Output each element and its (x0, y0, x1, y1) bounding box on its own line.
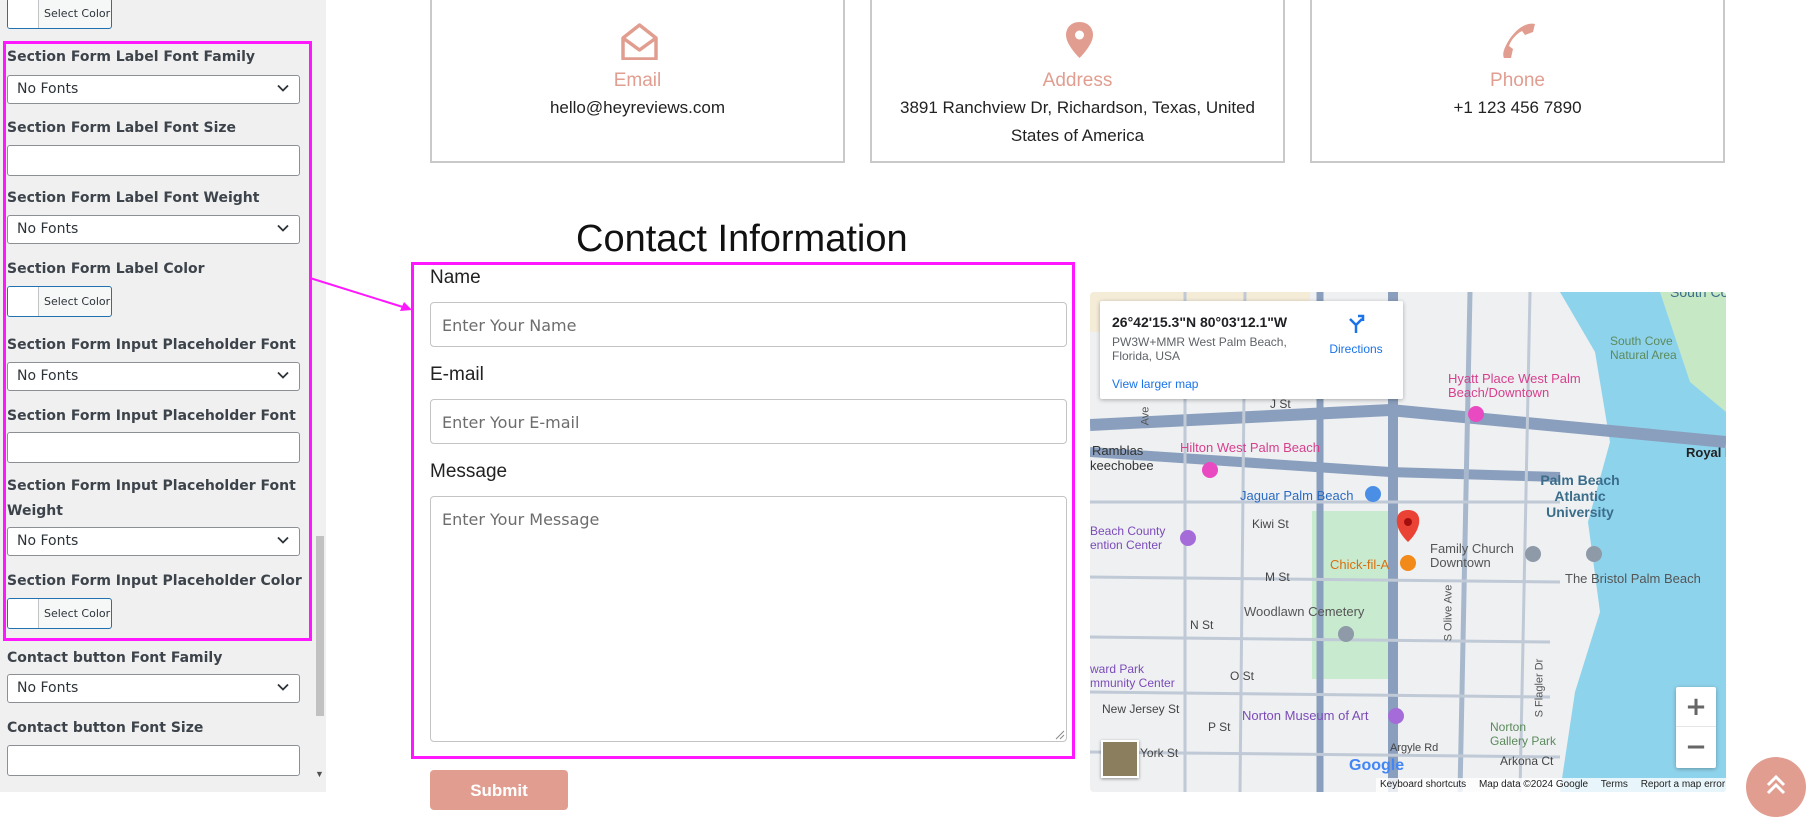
map-pin-icon (1066, 22, 1093, 58)
section-title: Contact Information (576, 218, 908, 260)
map-label-j-st: J St (1270, 397, 1291, 411)
settings-highlight-box (3, 41, 312, 641)
zoom-controls: + − (1676, 687, 1716, 768)
terms-link[interactable]: Terms (1601, 779, 1628, 790)
map-label-chick-fil-a: Chick-fil-A (1330, 557, 1390, 572)
satellite-toggle-thumbnail[interactable] (1101, 740, 1139, 778)
map-label-woodlawn: Woodlawn Cemetery (1244, 604, 1365, 619)
keyboard-shortcuts-link[interactable]: Keyboard shortcuts (1380, 779, 1466, 790)
map-label-york-st: York St (1140, 746, 1179, 760)
google-logo: Google (1349, 757, 1405, 774)
map-label-family-church: Family Church Downtown (1430, 541, 1514, 570)
map-label-argyle-rd: Argyle Rd (1390, 742, 1439, 754)
label-contact-button-font-family: Contact button Font Family (7, 650, 223, 666)
card-title: Email (613, 70, 662, 91)
input-contact-button-font-size[interactable] (7, 745, 300, 776)
double-chevron-up-icon (1766, 774, 1786, 795)
map-label-norton-gallery-park: Norton Gallery Park (1490, 720, 1557, 748)
map-info-card: 26°42'15.3"N 80°03'12.1"W PW3W+MMR West … (1100, 301, 1403, 399)
directions-icon (1349, 314, 1365, 333)
message-textarea[interactable]: Enter Your Message (430, 496, 1067, 742)
map-label-hilton: Hilton West Palm Beach (1180, 440, 1320, 455)
map-label-kiwi-st: Kiwi St (1252, 517, 1289, 531)
select-value: No Fonts (17, 680, 79, 696)
map-attribution: Keyboard shortcuts Map data ©2024 Google… (1376, 778, 1726, 792)
card-value: 3891 Ranchview Dr, Richardson, Texas, Un… (900, 98, 1255, 145)
map-coords: 26°42'15.3"N 80°03'12.1"W (1112, 314, 1288, 330)
phone-icon (1503, 23, 1535, 58)
card-value: +1 123 456 7890 (1453, 98, 1582, 117)
directions-button[interactable]: Directions (1326, 313, 1386, 356)
map-label-s-olive: S Olive Ave (1442, 584, 1455, 642)
color-button-label: Select Color (44, 7, 111, 20)
map-label-arkona-ct: Arkona Ct (1500, 754, 1554, 768)
map-label-ave: Ave (1139, 406, 1152, 426)
map-label-south-cove-natural-area: South Cove Natural Area (1610, 334, 1677, 362)
map-label-norton-museum: Norton Museum of Art (1242, 708, 1369, 723)
resize-handle-icon[interactable] (1055, 730, 1065, 740)
name-input[interactable]: Enter Your Name (430, 302, 1067, 347)
map-label-south-cove-islands: South Cove Islands (1670, 292, 1726, 300)
contact-card-phone: Phone +1 123 456 7890 (1310, 0, 1725, 163)
map-label-s-flagler: S Flagler Dr (1533, 658, 1546, 718)
label-contact-button-font-size: Contact button Font Size (7, 720, 204, 736)
connector-arrow (309, 277, 412, 311)
scrollbar-thumb[interactable] (316, 536, 324, 716)
map-label-palm-beach-atlantic: Palm Beach Atlantic University (1540, 472, 1620, 520)
message-label: Message (430, 461, 508, 482)
map-label-jaguar: Jaguar Palm Beach (1240, 488, 1354, 503)
map-label-okeechobee: keechobee (1090, 458, 1154, 473)
map-label-beach-county: Beach County ention Center (1090, 524, 1166, 552)
map-label-ward-park: ward Park mmunity Center (1090, 662, 1175, 690)
map-label-hyatt: Hyatt Place West Palm Beach/Downtown (1448, 371, 1581, 400)
chevron-down-icon (277, 683, 289, 691)
report-map-error-link[interactable]: Report a map error (1641, 779, 1725, 790)
map-label-p-st: P St (1208, 720, 1231, 734)
map-address: PW3W+MMR West Palm Beach, Florida, USA (1112, 335, 1287, 363)
name-label: Name (430, 267, 481, 288)
map-label-o-st: O St (1230, 669, 1255, 683)
card-title: Address (1042, 70, 1113, 91)
contact-card-email: Email hello@heyreviews.com (430, 0, 845, 163)
directions-label: Directions (1329, 342, 1383, 356)
scroll-down-arrow-icon[interactable]: ▼ (315, 769, 324, 779)
zoom-in-button[interactable]: + (1676, 687, 1716, 727)
email-label: E-mail (430, 364, 484, 385)
map-label-bristol: The Bristol Palm Beach (1565, 571, 1701, 586)
map-label-m-st: M St (1265, 570, 1290, 584)
email-input[interactable]: Enter Your E-mail (430, 399, 1067, 444)
submit-button[interactable]: Submit (430, 770, 568, 810)
map-label-new-jersey: New Jersey St (1102, 702, 1180, 716)
contact-card-address: Address 3891 Ranchview Dr, Richardson, T… (870, 0, 1285, 163)
card-title: Phone (1490, 70, 1545, 91)
select-contact-button-font-family[interactable]: No Fonts (7, 674, 300, 703)
top-color-button[interactable]: Select Color (7, 0, 112, 29)
google-map[interactable]: South Cove Islands South Cove Natural Ar… (1090, 292, 1726, 792)
map-data-text: Map data ©2024 Google (1478, 779, 1589, 790)
view-larger-map-link[interactable]: View larger map (1112, 377, 1198, 391)
map-label-ramblas: Ramblas (1092, 443, 1144, 458)
card-value: hello@heyreviews.com (549, 98, 726, 117)
envelope-icon (621, 23, 658, 60)
map-label-royal: Royal P (1686, 445, 1726, 460)
color-swatch (8, 0, 39, 28)
map-label-n-st: N St (1190, 618, 1214, 632)
scroll-to-top-button[interactable] (1746, 757, 1806, 817)
zoom-out-button[interactable]: − (1676, 727, 1716, 767)
